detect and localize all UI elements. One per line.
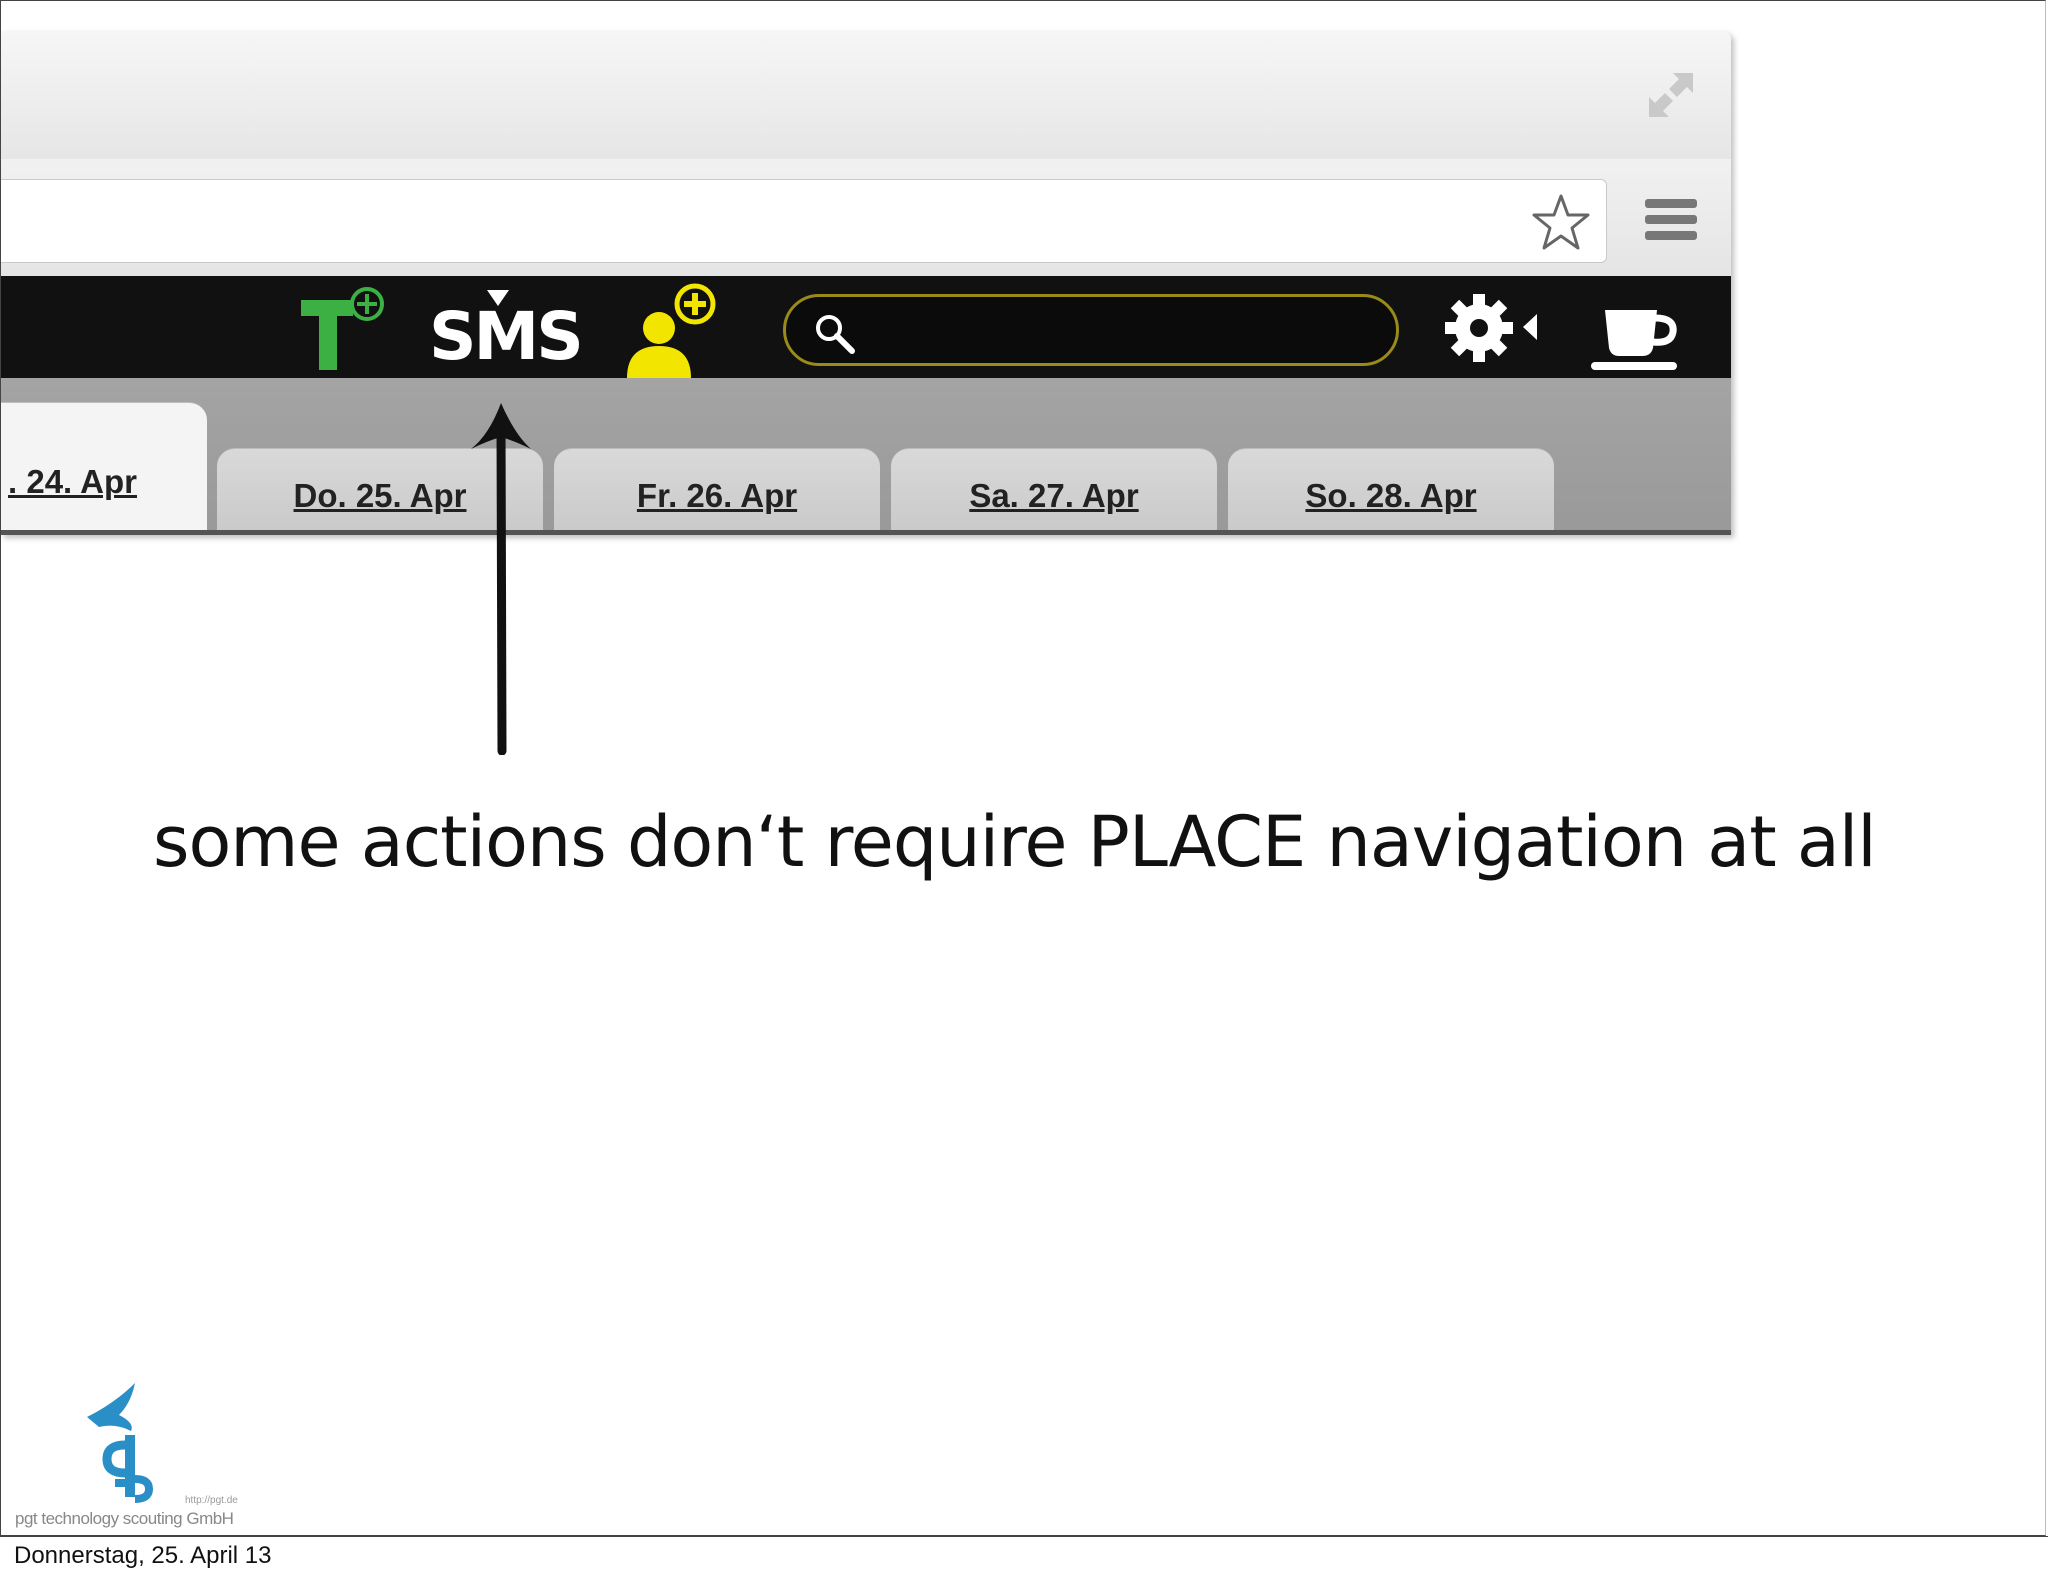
tab-label: Sa. 27. Apr bbox=[969, 477, 1139, 514]
app-toolbar: SMS bbox=[1, 276, 1731, 378]
logo-url: http://pgt.de bbox=[185, 1495, 238, 1506]
browser-window: SMS . 24. Apr Do. 25. Apr Fr. 26. Apr Sa… bbox=[1, 31, 1731, 535]
tab-label: . 24. Apr bbox=[8, 463, 137, 500]
search-icon bbox=[816, 315, 855, 354]
day-tabs: . 24. Apr Do. 25. Apr Fr. 26. Apr Sa. 27… bbox=[1, 378, 1731, 535]
slide: SMS . 24. Apr Do. 25. Apr Fr. 26. Apr Sa… bbox=[0, 0, 2046, 1536]
add-task-icon[interactable] bbox=[297, 276, 397, 378]
company-logo: http://pgt.de pgt technology scouting Gm… bbox=[15, 1383, 255, 1533]
sms-icon[interactable]: SMS bbox=[429, 276, 584, 378]
pgt-logo-icon bbox=[87, 1383, 154, 1503]
tab-label: Fr. 26. Apr bbox=[636, 477, 798, 514]
arrow-up-icon bbox=[471, 403, 531, 755]
tab-day-27[interactable]: Sa. 27. Apr bbox=[891, 448, 1217, 535]
bookmark-star-icon[interactable] bbox=[1530, 192, 1592, 254]
coffee-cup-icon[interactable] bbox=[1587, 276, 1683, 378]
logo-text: pgt technology scouting GmbH bbox=[15, 1509, 234, 1528]
browser-titlebar bbox=[1, 31, 1731, 160]
search-input[interactable] bbox=[860, 305, 1384, 357]
tab-divider bbox=[1, 530, 1731, 535]
tab-day-26[interactable]: Fr. 26. Apr bbox=[554, 448, 880, 535]
address-bar[interactable] bbox=[1, 179, 1607, 263]
add-user-icon[interactable] bbox=[613, 276, 725, 378]
sms-label: SMS bbox=[429, 298, 584, 375]
slide-caption: some actions don‘t require PLACE navigat… bbox=[153, 801, 1877, 883]
tab-day-24[interactable]: . 24. Apr bbox=[1, 402, 207, 535]
settings-gear-icon[interactable] bbox=[1437, 276, 1543, 378]
tab-label: So. 28. Apr bbox=[1305, 477, 1477, 514]
footer-divider bbox=[0, 1536, 2048, 1537]
search-box[interactable] bbox=[783, 294, 1399, 366]
tab-day-28[interactable]: So. 28. Apr bbox=[1228, 448, 1554, 535]
fullscreen-icon[interactable] bbox=[1643, 67, 1699, 123]
menu-icon[interactable] bbox=[1643, 195, 1699, 245]
footer-date: Donnerstag, 25. April 13 bbox=[14, 1542, 272, 1569]
